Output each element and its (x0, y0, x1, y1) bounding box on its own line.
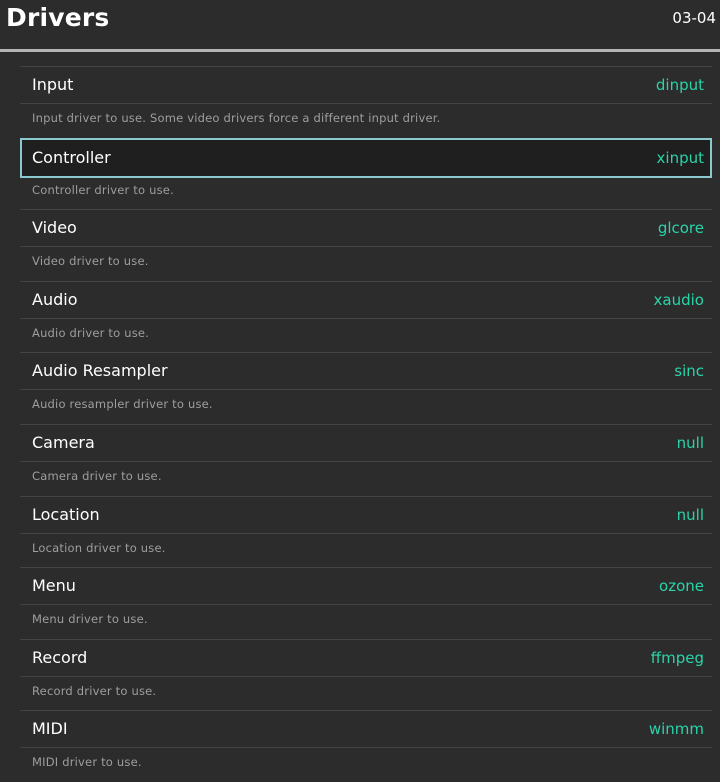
setting-description: Menu driver to use. (32, 612, 148, 627)
row-divider (20, 389, 712, 391)
setting-description: Camera driver to use. (32, 468, 162, 483)
row-divider (20, 567, 712, 569)
setting-label: Menu (32, 576, 76, 596)
setting-label: Input (32, 75, 74, 94)
row-divider (20, 638, 712, 640)
setting-input[interactable]: Input dinput Input driver to use. Some v… (20, 66, 718, 138)
setting-value[interactable]: ozone (659, 577, 704, 595)
setting-description: Location driver to use. (32, 540, 166, 555)
row-divider (20, 532, 712, 534)
setting-camera[interactable]: Camera null Camera driver to use. (20, 423, 718, 496)
row-divider (20, 246, 712, 248)
setting-record[interactable]: Record ffmpeg Record driver to use. (20, 638, 718, 711)
row-divider (20, 495, 712, 497)
setting-label: Video (32, 218, 77, 238)
setting-label: Record (32, 647, 88, 667)
header-divider (0, 49, 720, 52)
row-divider (20, 317, 712, 319)
row-divider (20, 423, 712, 425)
setting-audio[interactable]: Audio xaudio Audio driver to use. (20, 280, 718, 353)
setting-description: Video driver to use. (32, 254, 149, 269)
setting-value[interactable]: winmm (649, 720, 704, 738)
clock-display: 03-04 (672, 9, 716, 27)
setting-description: Audio driver to use. (32, 325, 150, 340)
setting-label: Location (32, 504, 100, 524)
setting-value[interactable]: sinc (674, 362, 704, 380)
setting-value[interactable]: null (677, 434, 704, 452)
row-divider (20, 103, 712, 104)
settings-list: Input dinput Input driver to use. Some v… (20, 66, 718, 782)
selection-highlight (20, 137, 712, 178)
page-title: Drivers (6, 3, 110, 32)
row-divider (20, 604, 712, 606)
setting-value[interactable]: null (677, 506, 704, 524)
row-divider (20, 209, 712, 211)
header-bar: Drivers 03-04 (0, 0, 720, 50)
setting-controller[interactable]: Controller xinput Controller driver to u… (20, 137, 718, 210)
setting-label: MIDI (32, 719, 68, 739)
setting-menu[interactable]: Menu ozone Menu driver to use. (20, 567, 718, 639)
row-divider (20, 460, 712, 462)
row-divider (20, 352, 712, 354)
setting-description: Audio resampler driver to use. (32, 397, 213, 412)
setting-video[interactable]: Video glcore Video driver to use. (20, 209, 718, 281)
setting-value[interactable]: glcore (658, 219, 704, 237)
setting-description: MIDI driver to use. (32, 755, 142, 770)
setting-value[interactable]: xaudio (654, 291, 704, 309)
setting-label: Controller (32, 147, 111, 167)
setting-value[interactable]: xinput (657, 149, 704, 167)
row-divider (20, 710, 712, 712)
setting-label: Audio Resampler (32, 361, 168, 381)
setting-value[interactable]: ffmpeg (651, 649, 704, 667)
setting-audio-resampler[interactable]: Audio Resampler sinc Audio resampler dri… (20, 352, 718, 424)
setting-description: Input driver to use. Some video drivers … (32, 111, 441, 125)
setting-value[interactable]: dinput (656, 76, 704, 94)
setting-location[interactable]: Location null Location driver to use. (20, 495, 718, 568)
setting-midi[interactable]: MIDI winmm MIDI driver to use. (20, 710, 718, 782)
row-divider (20, 747, 712, 749)
setting-description: Record driver to use. (32, 683, 157, 698)
row-divider (20, 280, 712, 282)
setting-label: Camera (32, 432, 95, 452)
setting-description: Controller driver to use. (32, 182, 174, 197)
setting-label: Audio (32, 289, 78, 309)
row-divider (20, 66, 712, 67)
row-divider (20, 675, 712, 677)
